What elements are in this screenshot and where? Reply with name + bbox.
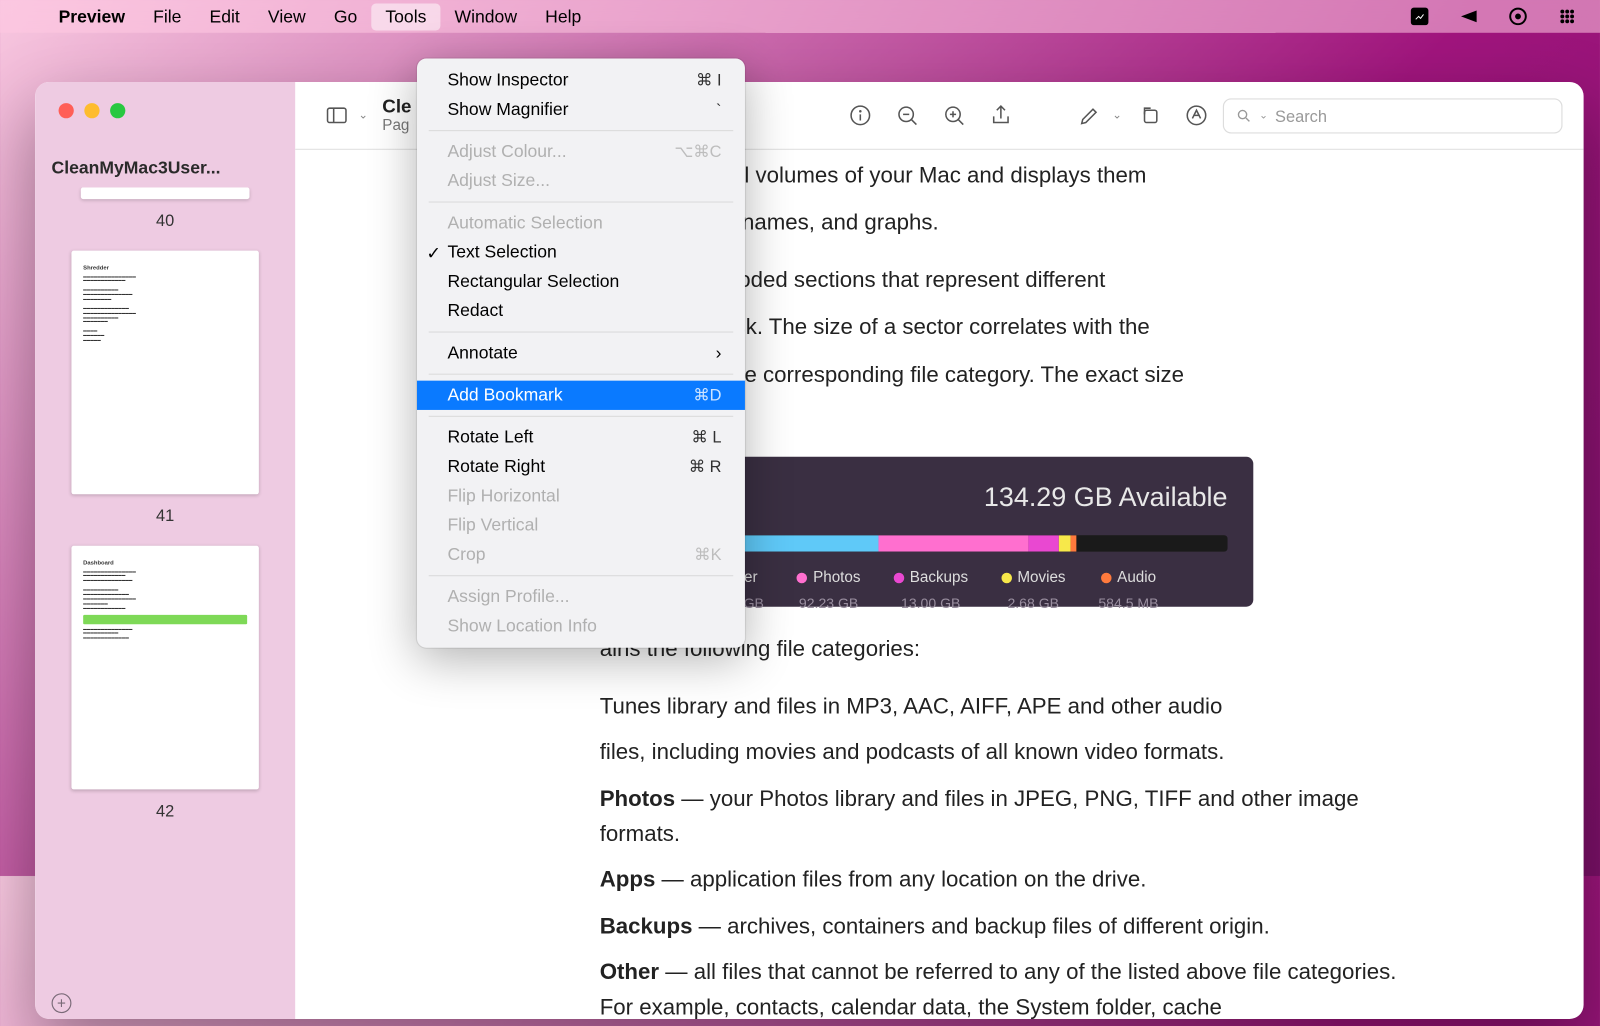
traffic-lights [35,82,295,118]
doc-title: Cle Pag [382,97,411,134]
menu-item-rectangular-selection[interactable]: Rectangular Selection [417,267,745,296]
legend-item: Backups13.00 GB [893,566,968,615]
menu-item-crop: Crop⌘K [417,540,745,569]
menu-item-show-inspector[interactable]: Show Inspector⌘ I [417,66,745,95]
thumbnail-list[interactable]: 40 Shredder ▬▬▬▬▬▬▬▬▬▬▬▬▬▬▬▬▬▬▬▬▬▬▬▬▬▬▬▬… [35,187,295,986]
markup-icon[interactable] [1176,95,1216,135]
category-line: Other — all files that cannot be referre… [600,956,1420,1019]
menu-item-text-selection[interactable]: ✓Text Selection [417,238,745,267]
info-icon[interactable] [841,95,881,135]
thumb-41[interactable]: Shredder ▬▬▬▬▬▬▬▬▬▬▬▬▬▬▬▬▬▬▬▬▬▬▬▬▬▬▬▬▬▬▬… [71,251,258,495]
menu-view[interactable]: View [254,3,320,30]
menu-tools[interactable]: Tools [371,3,440,30]
menu-item-flip-vertical: Flip Vertical [417,511,745,540]
app-window: CleanMyMac3User... 40 Shredder ▬▬▬▬▬▬▬▬▬… [35,82,1583,1019]
category-line: Tunes library and files in MP3, AAC, AIF… [600,690,1420,726]
menu-app[interactable]: Preview [45,3,140,30]
legend-item: Photos92.23 GB [797,566,861,615]
tools-menu: Show Inspector⌘ IShow Magnifier` Adjust C… [417,59,745,648]
legend-item: Audio584.5 MB [1098,566,1158,615]
search-input[interactable]: ⌄ Search [1223,98,1563,133]
rotate-icon[interactable] [1129,95,1169,135]
thumb-40[interactable] [81,187,250,199]
tray-icon-1[interactable] [1408,5,1431,28]
menu-item-adjust-size-: Adjust Size... [417,166,745,195]
chevron-down-icon[interactable]: ⌄ [358,109,368,122]
menu-item-rotate-left[interactable]: Rotate Left⌘ L [417,423,745,452]
close-button[interactable] [59,103,74,118]
menu-item-automatic-selection: Automatic Selection [417,208,745,237]
chevron-down-icon: ⌄ [1259,109,1268,122]
menubar: Preview File Edit View Go Tools Window H… [0,0,1600,33]
tray-icon-3[interactable] [1506,5,1529,28]
tray-icon-2[interactable] [1457,5,1480,28]
thumb-42[interactable]: Dashboard ▬▬▬▬▬▬▬▬▬▬▬▬▬▬▬▬▬▬▬▬▬▬▬▬▬▬▬▬▬▬… [71,546,258,790]
add-page-icon[interactable]: + [52,993,72,1013]
zoom-in-icon[interactable] [934,95,974,135]
zoom-button[interactable] [110,103,125,118]
category-line: files, including movies and podcasts of … [600,736,1420,772]
sidebar: CleanMyMac3User... 40 Shredder ▬▬▬▬▬▬▬▬▬… [35,82,295,1019]
menu-item-rotate-right[interactable]: Rotate Right⌘ R [417,452,745,481]
chevron-down-icon[interactable]: ⌄ [1112,109,1122,122]
highlight-icon[interactable] [1070,95,1110,135]
sidebar-title: CleanMyMac3User... [35,118,295,187]
menu-file[interactable]: File [139,3,195,30]
sidebar-toggle-icon[interactable] [316,95,356,135]
menu-window[interactable]: Window [440,3,531,30]
menu-item-show-magnifier[interactable]: Show Magnifier` [417,95,745,124]
minimize-button[interactable] [84,103,99,118]
thumb-label: 42 [63,789,267,841]
sidebar-footer: + [35,986,295,1019]
legend-item: Movies2.68 GB [1001,566,1066,615]
search-icon [1236,107,1252,123]
menu-item-flip-horizontal: Flip Horizontal [417,481,745,510]
menu-help[interactable]: Help [531,3,595,30]
menu-edit[interactable]: Edit [195,3,253,30]
category-line: Apps — application files from any locati… [600,864,1420,900]
menu-item-annotate[interactable]: Annotate› [417,338,745,367]
thumb-label: 41 [63,494,267,546]
menubar-tray [1408,5,1579,28]
menu-item-add-bookmark[interactable]: Add Bookmark⌘D [417,381,745,410]
menu-item-redact[interactable]: Redact [417,296,745,325]
menu-item-show-location-info: Show Location Info [417,611,745,640]
menu-item-assign-profile-: Assign Profile... [417,582,745,611]
disk-available: 134.29 GB Available [984,476,1228,519]
share-icon[interactable] [981,95,1021,135]
category-line: Backups — archives, containers and backu… [600,910,1420,946]
menu-item-adjust-colour-: Adjust Colour...⌥⌘C [417,137,745,166]
menu-go[interactable]: Go [320,3,372,30]
thumb-label: 40 [63,199,267,251]
tray-icon-4[interactable] [1555,5,1578,28]
category-line: Photos — your Photos library and files i… [600,782,1420,853]
zoom-out-icon[interactable] [887,95,927,135]
